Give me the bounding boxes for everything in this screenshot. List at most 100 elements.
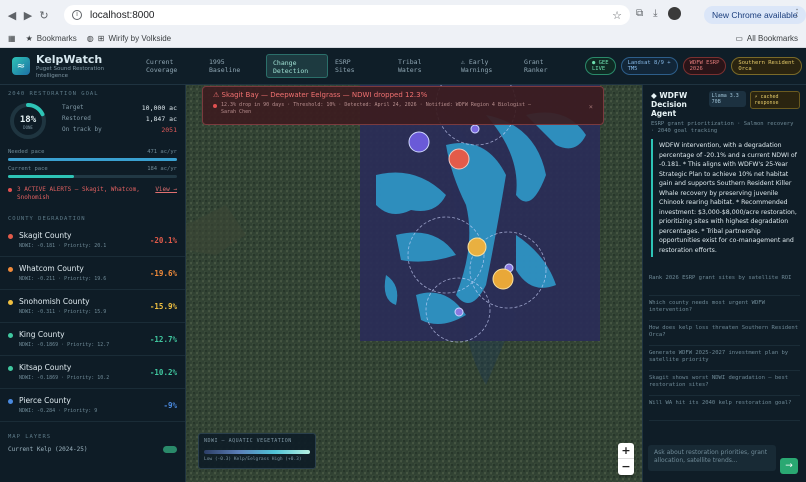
county-row[interactable]: Whatcom County NDWI: -0.211 · Priority: 1…	[0, 257, 185, 290]
county-row[interactable]: Snohomish County NDWI: -0.311 · Priority:…	[0, 290, 185, 323]
county-row[interactable]: Kitsap County NDWI: -0.1869 · Priority: 1…	[0, 356, 185, 389]
tab-early-warnings[interactable]: ⚠ Early Warnings	[455, 54, 517, 78]
app-name: KelpWatch	[36, 52, 103, 66]
suggestion-item[interactable]: Generate WDFW 2025-2027 investment plan …	[649, 346, 800, 371]
alert-banner-details: 12.3% drop in 90 days · Threshold: 10% ·…	[221, 102, 532, 115]
suggestion-item[interactable]: How does kelp loss threaten Southern Res…	[649, 321, 800, 346]
landsat-badge: Landsat 8/9 + TM5	[620, 57, 678, 75]
layer-row[interactable]: Current Kelp (2024-25)	[0, 446, 185, 453]
target-row: Target 10,000 ac	[62, 104, 177, 112]
county-row[interactable]: King County NDWI: -0.1869 · Priority: 12.…	[0, 323, 185, 356]
county-percent: -9%	[163, 400, 177, 410]
ontrack-row: On track by 2051	[62, 126, 177, 134]
legend-title: NDWI — AQUATIC VEGETATION	[204, 438, 292, 444]
folder-icon: ▭	[735, 33, 743, 43]
tab-current-coverage[interactable]: Current Coverage	[140, 54, 202, 78]
tab-1995-baseline[interactable]: 1995 Baseline	[203, 54, 265, 78]
chrome-update-button[interactable]: New Chrome available	[704, 6, 806, 24]
suggestion-item[interactable]: Skagit shows worst NDWI degradation — be…	[649, 371, 800, 396]
model-badge: Llama 3.3 70B	[708, 91, 747, 107]
zoom-out-button[interactable]: −	[618, 459, 634, 475]
left-sidebar: 2040 RESTORATION GOAL 18% DONE Target 10,…	[0, 85, 186, 482]
bookmark-item[interactable]: ★ Bookmarks	[26, 34, 77, 43]
goal-progress-ring: 18% DONE	[8, 101, 48, 141]
county-percent: -20.1%	[149, 235, 177, 245]
alert-dot-icon	[8, 188, 12, 192]
alert-banner: ⚠ Skagit Bay — Deepwater Eelgrass — NDWI…	[202, 86, 604, 125]
active-alerts-banner[interactable]: 3 ACTIVE ALERTS — Skagit, Whatcom, Snoho…	[8, 186, 177, 202]
suggestion-item[interactable]: Will WA hit its 2040 kelp restoration go…	[649, 396, 800, 421]
orca-badge: Southern Resident Orca	[731, 57, 802, 75]
agent-subtitle: ESRP grant prioritization · Salmon recov…	[651, 121, 794, 134]
tab-tribal-waters[interactable]: Tribal Waters	[392, 54, 454, 78]
layer-toggle[interactable]	[163, 446, 177, 453]
alert-banner-dot-icon	[213, 104, 217, 108]
restored-row: Restored 1,847 ac	[62, 115, 177, 123]
alert-banner-title: ⚠ Skagit Bay — Deepwater Eelgrass — NDWI…	[213, 91, 428, 99]
county-name: Whatcom County	[19, 264, 84, 273]
county-status-dot	[8, 266, 13, 272]
profile-avatar[interactable]	[667, 7, 681, 20]
county-name: Skagit County	[19, 231, 72, 240]
all-bookmarks[interactable]: ▭ All Bookmarks	[735, 34, 798, 43]
apps-grid-icon[interactable]: ▦	[8, 34, 16, 43]
current-pace-bar	[8, 175, 177, 178]
site-marker[interactable]	[408, 131, 430, 153]
agent-title: ◆ WDFW Decision Agent	[651, 91, 688, 118]
county-meta: NDWI: -0.1869 · Priority: 10.2	[19, 375, 110, 381]
gee-live-badge: ● GEE LIVE	[585, 57, 616, 75]
agent-input[interactable]: Ask about restoration priorities, grant …	[648, 445, 776, 471]
suggestion-item[interactable]: Rank 2026 ESRP grant sites by satellite …	[649, 271, 800, 296]
county-name: Kitsap County	[19, 363, 72, 372]
county-percent: -12.7%	[149, 334, 177, 344]
county-status-dot	[8, 233, 13, 239]
bookmark-star-icon[interactable]: ☆	[612, 9, 622, 22]
send-button[interactable]: →	[780, 458, 798, 474]
county-percent: -15.9%	[149, 301, 177, 311]
goal-percent: 18%	[19, 115, 37, 125]
county-row[interactable]: Skagit County NDWI: -0.181 · Priority: 20…	[0, 224, 185, 257]
county-name: King County	[19, 330, 65, 339]
site-marker[interactable]	[492, 268, 514, 290]
download-icon[interactable]: ⤓	[653, 8, 657, 19]
zoom-in-button[interactable]: +	[618, 443, 634, 459]
reload-icon[interactable]: ↻	[36, 9, 52, 22]
view-tabs: Current Coverage 1995 Baseline Change Detec…	[140, 54, 581, 78]
county-name: Snohomish County	[19, 297, 90, 306]
zoom-control: + −	[618, 443, 634, 475]
wirify-icon: ⊞	[97, 33, 105, 43]
county-meta: NDWI: -0.181 · Priority: 20.1	[19, 243, 107, 249]
close-icon[interactable]: ×	[589, 103, 593, 111]
site-info-icon[interactable]: i	[72, 10, 82, 20]
view-alerts-link[interactable]: View →	[155, 186, 177, 194]
top-nav: ≈ KelpWatch Puget Sound Restoration Intel…	[0, 48, 806, 85]
site-marker[interactable]	[470, 124, 480, 134]
esrp-badge: WDFW ESRP 2026	[682, 57, 727, 75]
county-percent: -19.6%	[149, 268, 177, 278]
site-marker[interactable]	[454, 307, 464, 317]
suggestion-list: Rank 2026 ESRP grant sites by satellite …	[643, 271, 806, 421]
tab-esrp-sites[interactable]: ESRP Sites	[329, 54, 391, 78]
site-marker[interactable]	[448, 148, 470, 170]
app-tagline: Puget Sound Restoration Intelligence	[36, 65, 105, 79]
county-row[interactable]: Pierce County NDWI: -0.284 · Priority: 9 -…	[0, 389, 185, 422]
needed-pace-bar	[8, 158, 177, 161]
map-layers-title: MAP LAYERS	[8, 434, 52, 440]
agent-answer: WDFW intervention, with a degradation pe…	[651, 139, 800, 257]
bookmark-item[interactable]: ◍ ⊞ Wirify by Volkside	[87, 34, 171, 43]
suggestion-item[interactable]: Which county needs most urgent WDFW inte…	[649, 296, 800, 321]
county-list: Skagit County NDWI: -0.181 · Priority: 20…	[0, 224, 185, 422]
extension-icon[interactable]: ⧉	[636, 8, 643, 19]
forward-icon[interactable]: ▶	[20, 9, 36, 22]
tab-grant-ranker[interactable]: Grant Ranker	[518, 54, 580, 78]
menu-kebab-icon[interactable]: ⋮	[792, 8, 802, 19]
current-pace-row: Current pace 184 ac/yr	[8, 166, 177, 172]
pace-section: Needed pace 471 ac/yr Current pace 184 ac/…	[0, 149, 185, 178]
tab-change-detection[interactable]: Change Detection	[266, 54, 328, 78]
map-canvas[interactable]	[186, 85, 642, 482]
site-marker[interactable]	[467, 237, 487, 257]
county-status-dot	[8, 332, 13, 338]
cached-badge: ⚡ cached response	[750, 91, 800, 109]
address-bar[interactable]: i localhost:8000 ☆	[64, 5, 630, 25]
apps-icon[interactable]: ◀	[4, 9, 20, 22]
